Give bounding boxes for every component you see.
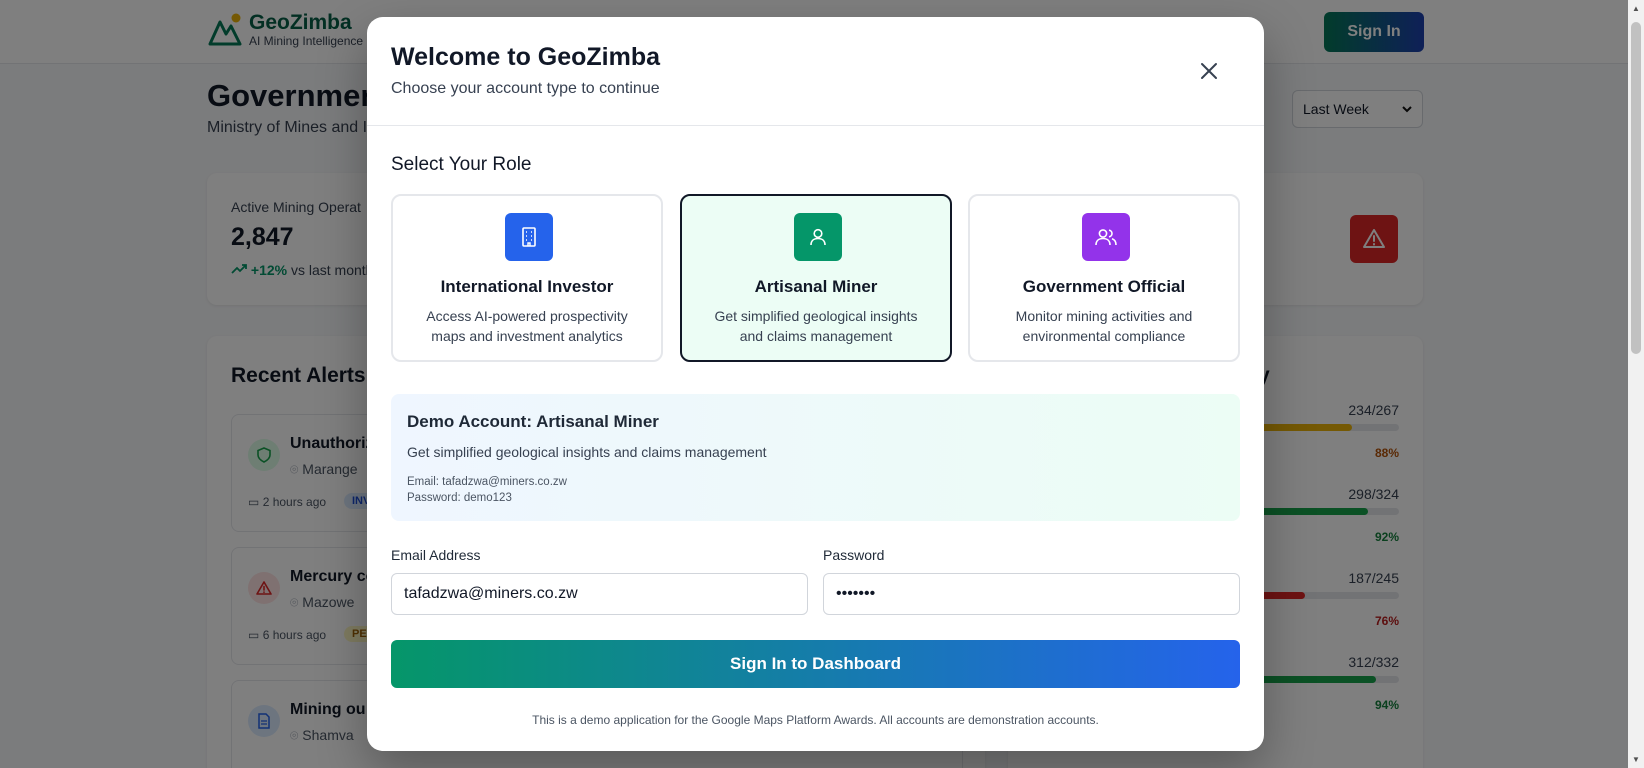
users-icon <box>1082 213 1130 261</box>
demo-description: Get simplified geological insights and c… <box>407 444 767 460</box>
demo-password: Password: demo123 <box>407 492 512 504</box>
modal-subtitle: Choose your account type to continue <box>391 80 660 97</box>
role-description: Monitor mining activities and environmen… <box>1015 308 1193 344</box>
role-card-investor[interactable]: International Investor Access AI-powered… <box>391 194 663 362</box>
building-icon <box>505 213 553 261</box>
email-label: Email Address <box>391 547 481 563</box>
modal-header: Welcome to GeoZimba Choose your account … <box>367 17 1264 126</box>
scroll-up-arrow-icon[interactable]: ▲ <box>1628 0 1644 17</box>
login-modal: Welcome to GeoZimba Choose your account … <box>367 17 1264 751</box>
role-description: Access AI-powered prospectivity maps and… <box>426 308 628 344</box>
scroll-down-arrow-icon[interactable]: ▼ <box>1628 751 1644 768</box>
role-name: Government Official <box>1022 277 1186 296</box>
password-label: Password <box>823 547 885 563</box>
user-icon <box>794 213 842 261</box>
role-heading: Select Your Role <box>391 154 532 175</box>
demo-title: Demo Account: Artisanal Miner <box>407 412 659 431</box>
role-card-government[interactable]: Government Official Monitor mining activ… <box>968 194 1240 362</box>
role-card-miner[interactable]: Artisanal Miner Get simplified geologica… <box>680 194 952 362</box>
demo-footnote: This is a demo application for the Googl… <box>532 713 1099 727</box>
demo-account-info: Demo Account: Artisanal Miner Get simpli… <box>391 394 1240 521</box>
role-name: International Investor <box>440 277 614 296</box>
scroll-thumb[interactable] <box>1631 22 1641 354</box>
modal-title: Welcome to GeoZimba <box>391 43 661 71</box>
close-icon[interactable] <box>1197 59 1221 83</box>
email-field[interactable] <box>391 573 808 615</box>
role-name: Artisanal Miner <box>754 277 878 296</box>
role-description: Get simplified geological insights and c… <box>714 308 918 344</box>
demo-email: Email: tafadzwa@miners.co.zw <box>407 476 567 488</box>
password-field[interactable] <box>823 573 1240 615</box>
sign-in-dashboard-button[interactable]: Sign In to Dashboard <box>391 640 1240 688</box>
page-scrollbar[interactable]: ▲ ▼ <box>1628 0 1644 768</box>
